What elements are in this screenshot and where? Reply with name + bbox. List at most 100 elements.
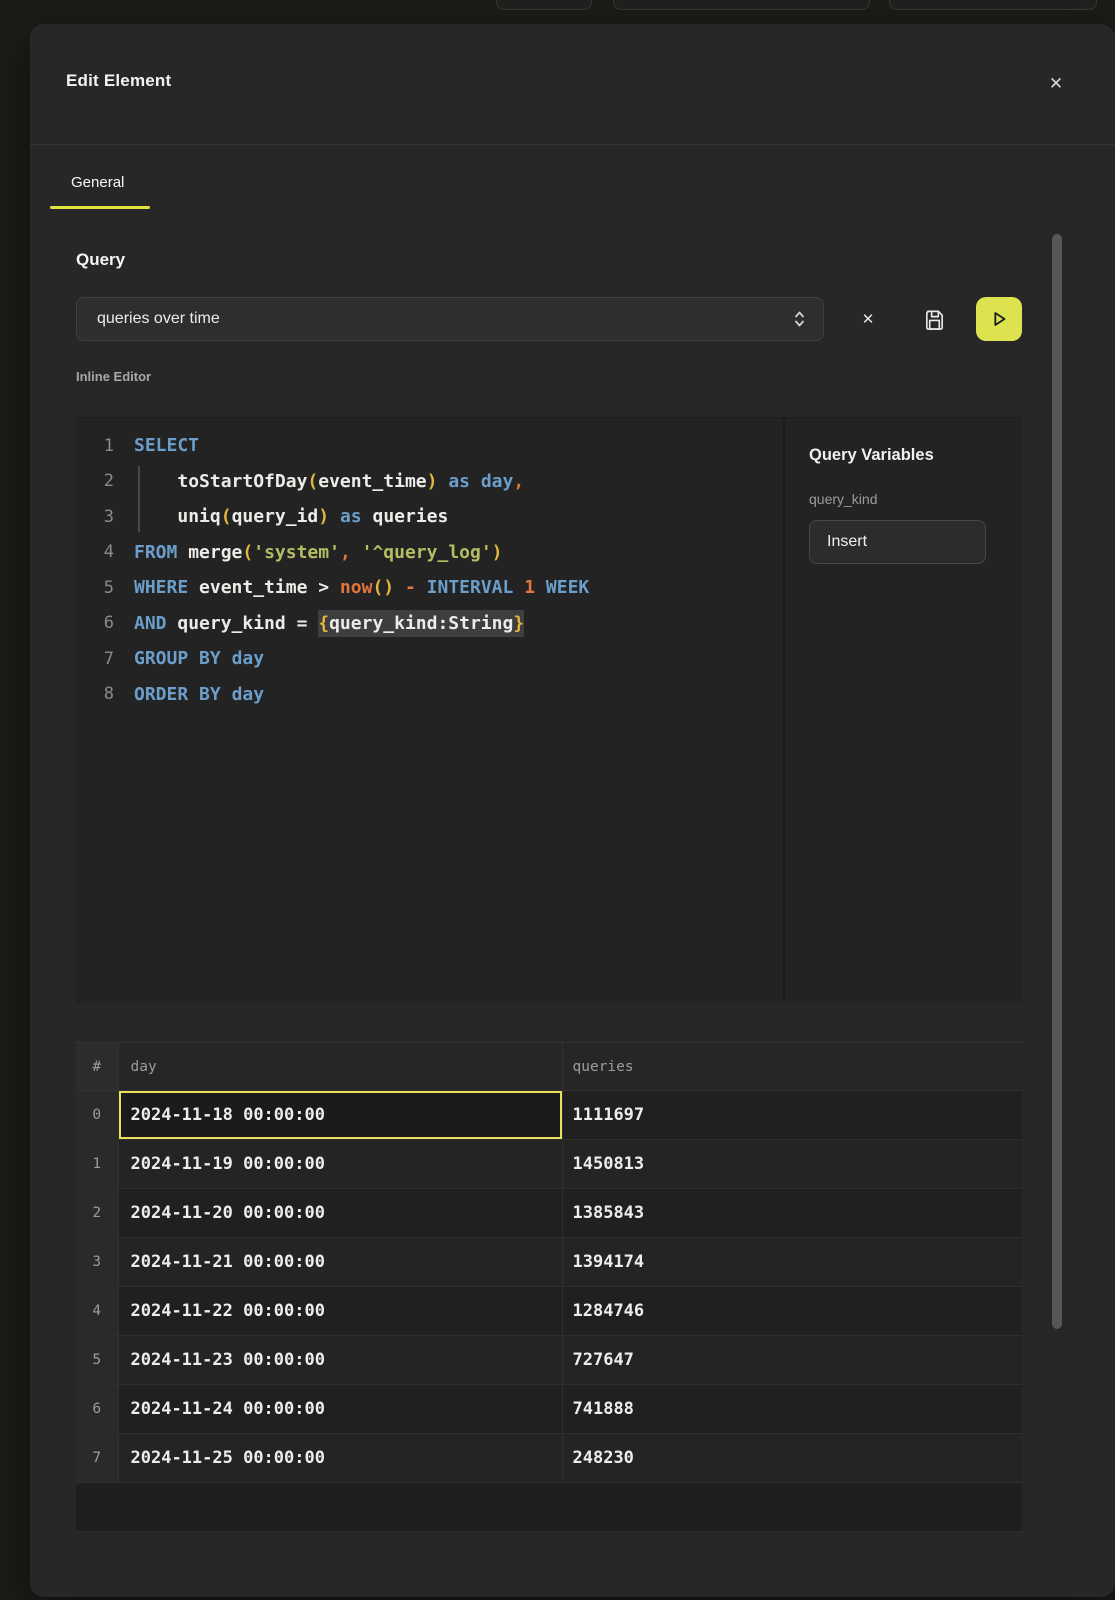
table-row: 12024-11-19 00:00:001450813 [76,1140,1022,1189]
code-token: ) [492,542,503,563]
code-text: GROUP BY day [134,648,264,669]
code-token: day [232,648,265,669]
code-text: toStartOfDay(event_time) as day, [134,471,524,492]
table-row: 22024-11-20 00:00:001385843 [76,1189,1022,1238]
line-number: 7 [76,649,114,669]
code-line[interactable]: 3 uniq(query_id) as queries [76,499,781,535]
row-index: 2 [76,1189,118,1238]
results-footer [76,1483,1022,1532]
code-token [470,471,481,492]
code-token: day [232,684,265,705]
code-line[interactable]: 6AND query_kind = {query_kind:String} [76,606,781,642]
cell-day[interactable]: 2024-11-23 00:00:00 [118,1336,562,1385]
code-token: event_time [199,577,307,598]
column-header-index: # [76,1043,118,1091]
table-row: 72024-11-25 00:00:00248230 [76,1434,1022,1483]
code-token: 'system' [253,542,340,563]
code-line[interactable]: 2 toStartOfDay(event_time) as day, [76,464,781,500]
results-body: 02024-11-18 00:00:00111169712024-11-19 0… [76,1091,1022,1483]
line-number: 6 [76,613,114,633]
cell-queries[interactable]: 727647 [562,1336,1022,1385]
results-table: # day queries 02024-11-18 00:00:00111169… [76,1042,1022,1532]
cell-queries[interactable]: 248230 [562,1434,1022,1483]
table-row: 02024-11-18 00:00:001111697 [76,1091,1022,1140]
code-token [221,648,232,669]
code-token: > [307,577,340,598]
code-line[interactable]: 4FROM merge('system', '^query_log') [76,535,781,571]
cell-queries[interactable]: 741888 [562,1385,1022,1434]
code-token: event_time [318,471,426,492]
chevron-up-down-icon [792,309,807,329]
close-icon[interactable]: ✕ [1040,68,1072,100]
modal-title: Edit Element [66,71,171,91]
query-select-value: queries over time [97,310,792,328]
tab-general[interactable]: General [50,170,150,209]
query-section-heading: Query [76,250,125,270]
code-token: queries [372,506,448,527]
cell-day[interactable]: 2024-11-21 00:00:00 [118,1238,562,1287]
cell-queries[interactable]: 1385843 [562,1189,1022,1238]
code-text: FROM merge('system', '^query_log') [134,542,503,563]
code-line[interactable]: 7 GROUP BY day [76,641,781,677]
code-token [416,577,427,598]
clear-icon[interactable]: ✕ [851,303,885,335]
code-token: { [318,610,329,637]
code-token: WHERE [134,577,188,598]
code-token: ) [427,471,438,492]
code-line[interactable]: 1SELECT [76,428,781,464]
code-line[interactable]: 8ORDER BY day [76,677,781,713]
code-token: query_kind:String [329,610,513,637]
code-token: toStartOfDay [177,471,307,492]
insert-variable-button[interactable]: Insert [809,520,986,564]
variable-name-label: query_kind [809,491,998,507]
code-token [134,506,177,527]
code-token [362,506,373,527]
cell-day[interactable]: 2024-11-22 00:00:00 [118,1287,562,1336]
query-select[interactable]: queries over time [76,297,824,341]
cell-day[interactable]: 2024-11-18 00:00:00 [118,1091,562,1140]
line-number: 3 [76,507,114,527]
code-token [188,648,199,669]
page-background: { "modal": { "title": "Edit Element", "c… [0,0,1115,1600]
code-token: AND [134,613,167,634]
run-query-button[interactable] [976,297,1022,341]
code-token [513,577,524,598]
cell-day[interactable]: 2024-11-20 00:00:00 [118,1189,562,1238]
table-row: 52024-11-23 00:00:00727647 [76,1336,1022,1385]
column-header-queries: queries [562,1043,1022,1091]
code-token [188,684,199,705]
cell-queries[interactable]: 1394174 [562,1238,1022,1287]
row-index: 3 [76,1238,118,1287]
line-number: 8 [76,684,114,704]
line-number: 5 [76,578,114,598]
code-token: = [286,613,319,634]
code-token: query_id [232,506,319,527]
background-button [889,0,1097,10]
code-token: FROM [134,542,177,563]
code-token: uniq [177,506,220,527]
table-row: 42024-11-22 00:00:001284746 [76,1287,1022,1336]
cell-day[interactable]: 2024-11-24 00:00:00 [118,1385,562,1434]
code-token: ) [318,506,329,527]
save-icon[interactable] [916,301,952,337]
code-text: uniq(query_id) as queries [134,506,448,527]
cell-day[interactable]: 2024-11-25 00:00:00 [118,1434,562,1483]
sql-editor[interactable]: 1SELECT2 toStartOfDay(event_time) as day… [76,417,1022,1003]
code-token: as [340,506,362,527]
code-text: WHERE event_time > now() - INTERVAL 1 WE… [134,577,589,598]
cell-queries[interactable]: 1111697 [562,1091,1022,1140]
code-line[interactable]: 5 WHERE event_time > now() - INTERVAL 1 W… [76,570,781,606]
cell-day[interactable]: 2024-11-19 00:00:00 [118,1140,562,1189]
cell-queries[interactable]: 1284746 [562,1287,1022,1336]
header-divider [30,144,1115,145]
code-token [177,542,188,563]
code-token [394,577,405,598]
scrollbar-thumb[interactable] [1052,234,1062,1329]
line-number: 1 [76,436,114,456]
indent-guide [138,466,140,532]
code-lines[interactable]: 1SELECT2 toStartOfDay(event_time) as day… [76,418,781,1003]
code-token: merge [188,542,242,563]
code-token: ORDER [134,684,188,705]
cell-queries[interactable]: 1450813 [562,1140,1022,1189]
code-token: GROUP [134,648,188,669]
